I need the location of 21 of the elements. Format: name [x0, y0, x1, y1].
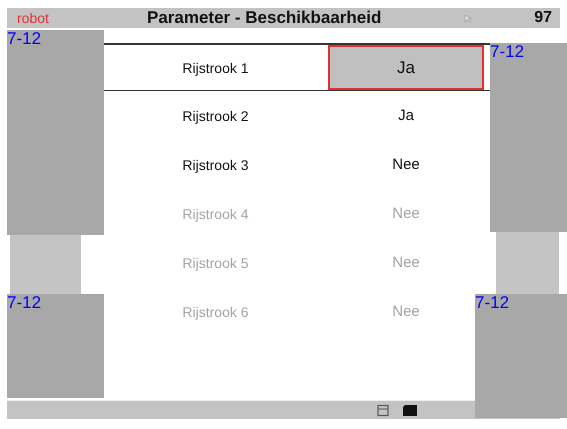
- window-title: Parameter - Beschikbaarheid: [146, 8, 382, 28]
- overlay-label: 7-12: [490, 43, 524, 61]
- side-key[interactable]: [8, 235, 83, 294]
- overlay-label: 7-12: [7, 30, 42, 48]
- overlay-label: 7-12: [475, 294, 510, 312]
- lane-label: Rijstrook 4: [181, 204, 250, 224]
- calendar-icon: [377, 404, 389, 416]
- value-cell[interactable]: Ja: [328, 91, 484, 140]
- lane-label: Rijstrook 5: [181, 254, 250, 273]
- overlay-label: 7-12: [7, 294, 42, 312]
- cursor-icon: [464, 14, 472, 22]
- side-key[interactable]: [494, 232, 561, 294]
- logo: robot: [17, 10, 50, 26]
- value-cell[interactable]: Nee: [328, 140, 484, 189]
- value-cell[interactable]: Ja: [328, 45, 484, 90]
- lane-label: Rijstrook 6: [181, 302, 250, 322]
- page-number: 97: [534, 9, 552, 27]
- lane-label: Rijstrook 2: [181, 106, 250, 126]
- lane-label: Rijstrook 1: [181, 58, 250, 78]
- card-icon: [403, 404, 417, 416]
- lane-label: Rijstrook 3: [181, 156, 250, 175]
